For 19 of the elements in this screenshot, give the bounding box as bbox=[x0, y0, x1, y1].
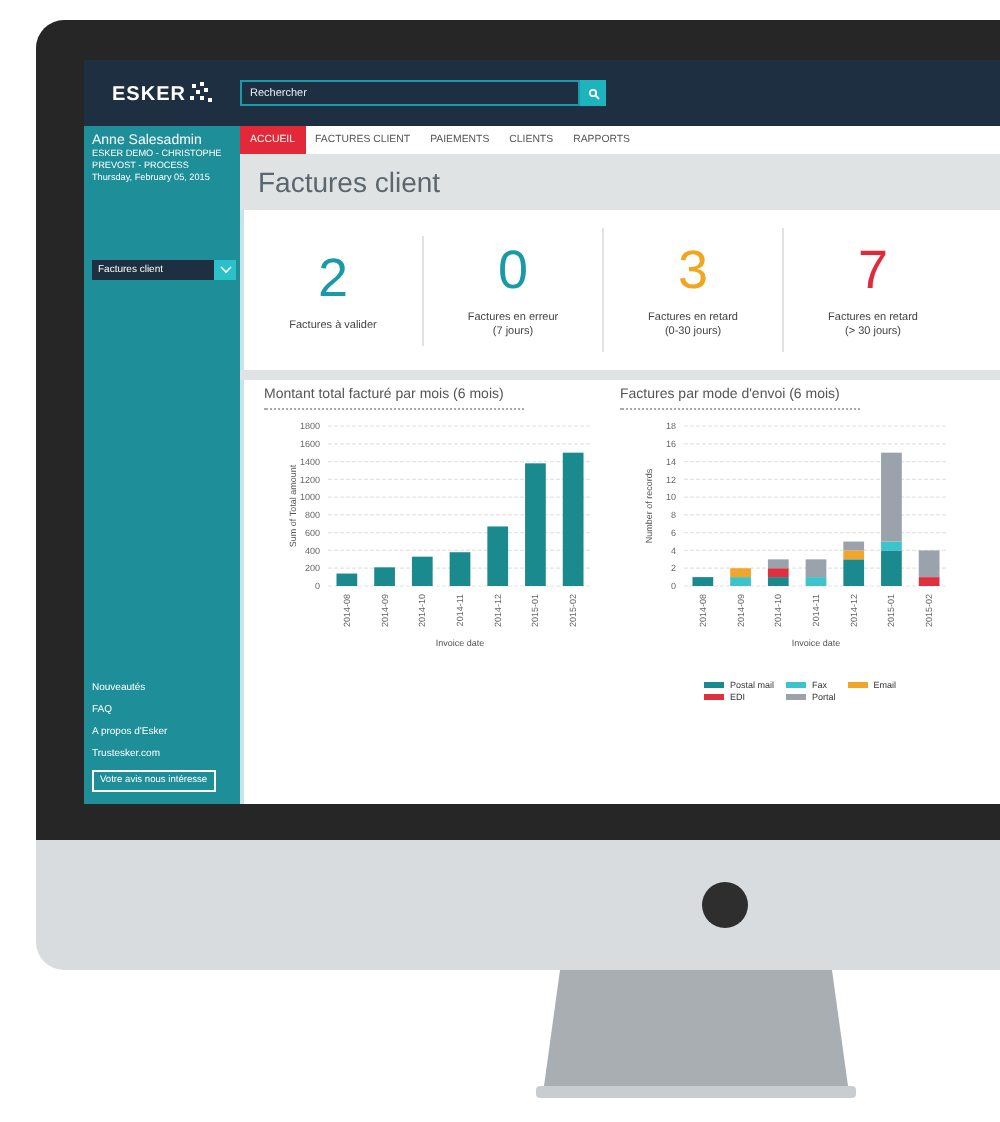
bar bbox=[487, 526, 509, 586]
bar bbox=[374, 567, 395, 586]
bar bbox=[336, 573, 358, 586]
bar bbox=[692, 577, 714, 586]
search-icon bbox=[587, 87, 599, 99]
kpi-value: 7 bbox=[857, 240, 889, 300]
logo-text: ESKER bbox=[112, 83, 186, 105]
bar bbox=[449, 552, 471, 586]
kpi-value: 2 bbox=[317, 247, 349, 307]
dots-icon bbox=[187, 81, 212, 105]
chevron-down-icon bbox=[219, 266, 231, 274]
dropdown-toggle[interactable] bbox=[214, 260, 236, 280]
bar bbox=[525, 463, 546, 586]
search-button[interactable] bbox=[580, 80, 606, 106]
bar bbox=[411, 556, 433, 586]
page-title: Factures client bbox=[256, 164, 443, 202]
kpi-value: 0 bbox=[497, 240, 529, 300]
kpi-value: 3 bbox=[677, 240, 709, 300]
bar bbox=[562, 452, 584, 586]
